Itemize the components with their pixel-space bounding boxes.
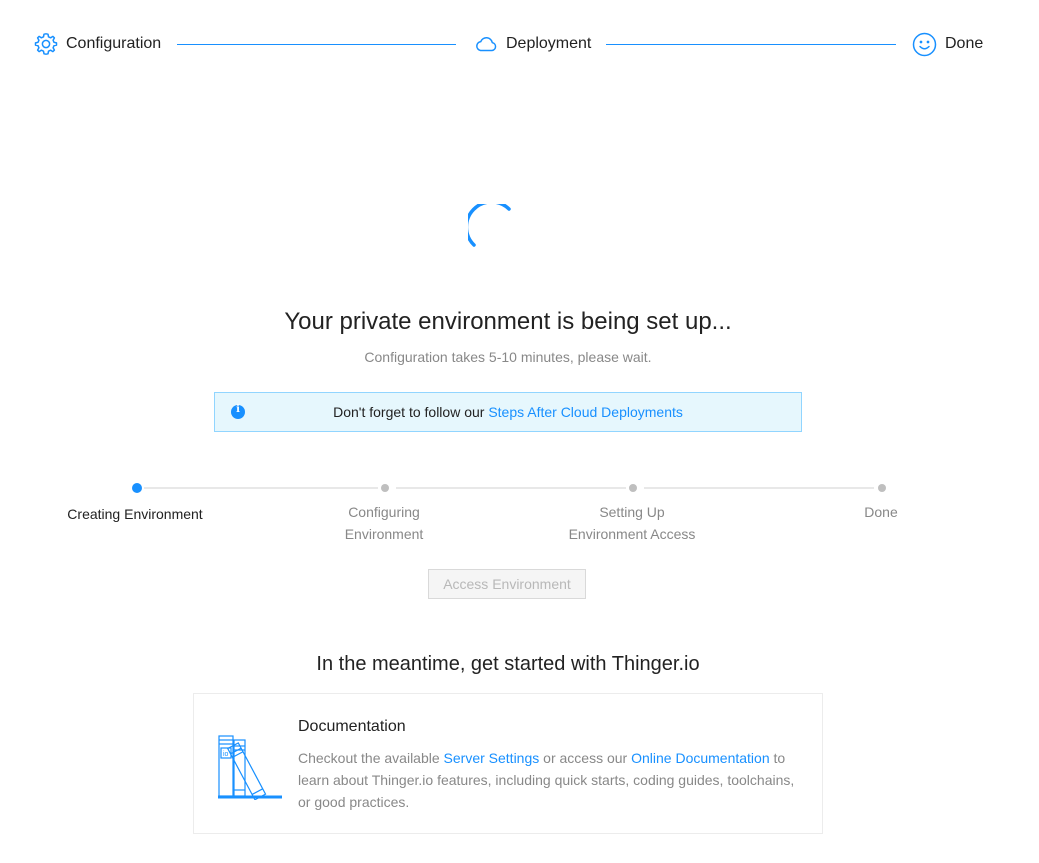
doc-text-part: Checkout the available bbox=[298, 750, 444, 766]
wizard-step-deployment: Deployment bbox=[474, 31, 591, 57]
status-title: Your private environment is being set up… bbox=[284, 308, 732, 335]
progress-step-label: Done bbox=[864, 504, 898, 520]
progress-step-label: Creating Environment bbox=[67, 506, 203, 522]
server-settings-link[interactable]: Server Settings bbox=[444, 750, 540, 766]
progress-connector bbox=[396, 487, 626, 489]
wizard-step-label: Done bbox=[945, 35, 984, 52]
progress-dot-active bbox=[132, 483, 142, 493]
gear-icon bbox=[34, 32, 58, 56]
progress-dot bbox=[878, 484, 886, 492]
progress-dot bbox=[629, 484, 637, 492]
progress-step-setting-up-access: Setting Up Environment Access bbox=[552, 501, 712, 545]
access-environment-button[interactable]: Access Environment bbox=[428, 569, 586, 599]
cloud-icon bbox=[474, 32, 498, 56]
books-icon: io bbox=[218, 732, 284, 805]
progress-dot bbox=[381, 484, 389, 492]
steps-after-cloud-deployments-link[interactable]: Steps After Cloud Deployments bbox=[488, 404, 683, 420]
info-notice: i Don't forget to follow our Steps After… bbox=[214, 392, 802, 432]
progress-step-label: Setting Up bbox=[599, 504, 665, 520]
progress-step-label: Environment Access bbox=[568, 526, 696, 542]
progress-step-creating-environment: Creating Environment bbox=[55, 503, 215, 525]
documentation-card: io Documentation Checkout the available … bbox=[193, 693, 823, 834]
notice-text: Don't forget to follow our Steps After C… bbox=[215, 404, 801, 420]
progress-connector bbox=[144, 487, 378, 489]
doc-text-part: or access our bbox=[539, 750, 632, 766]
svg-text:io: io bbox=[223, 751, 229, 758]
wizard-connector bbox=[177, 44, 456, 45]
wizard-step-label: Configuration bbox=[66, 35, 162, 52]
wizard-step-label: Deployment bbox=[506, 35, 592, 52]
online-documentation-link[interactable]: Online Documentation bbox=[631, 750, 770, 766]
notice-prefix: Don't forget to follow our bbox=[333, 404, 489, 420]
progress-step-done: Done bbox=[801, 501, 961, 523]
wizard-step-done: Done bbox=[912, 31, 983, 57]
status-subtitle: Configuration takes 5-10 minutes, please… bbox=[364, 349, 652, 365]
documentation-title: Documentation bbox=[298, 718, 406, 735]
smile-icon bbox=[912, 32, 937, 57]
progress-step-label: Environment bbox=[344, 526, 424, 542]
progress-step-label: Configuring bbox=[348, 504, 420, 520]
wizard-connector bbox=[606, 44, 896, 45]
meantime-heading: In the meantime, get started with Thinge… bbox=[316, 653, 700, 675]
progress-step-configuring-environment: Configuring Environment bbox=[304, 501, 464, 545]
wizard-step-configuration: Configuration bbox=[34, 31, 161, 57]
progress-connector bbox=[644, 487, 874, 489]
loading-spinner bbox=[464, 200, 514, 250]
documentation-description: Checkout the available Server Settings o… bbox=[298, 747, 803, 813]
